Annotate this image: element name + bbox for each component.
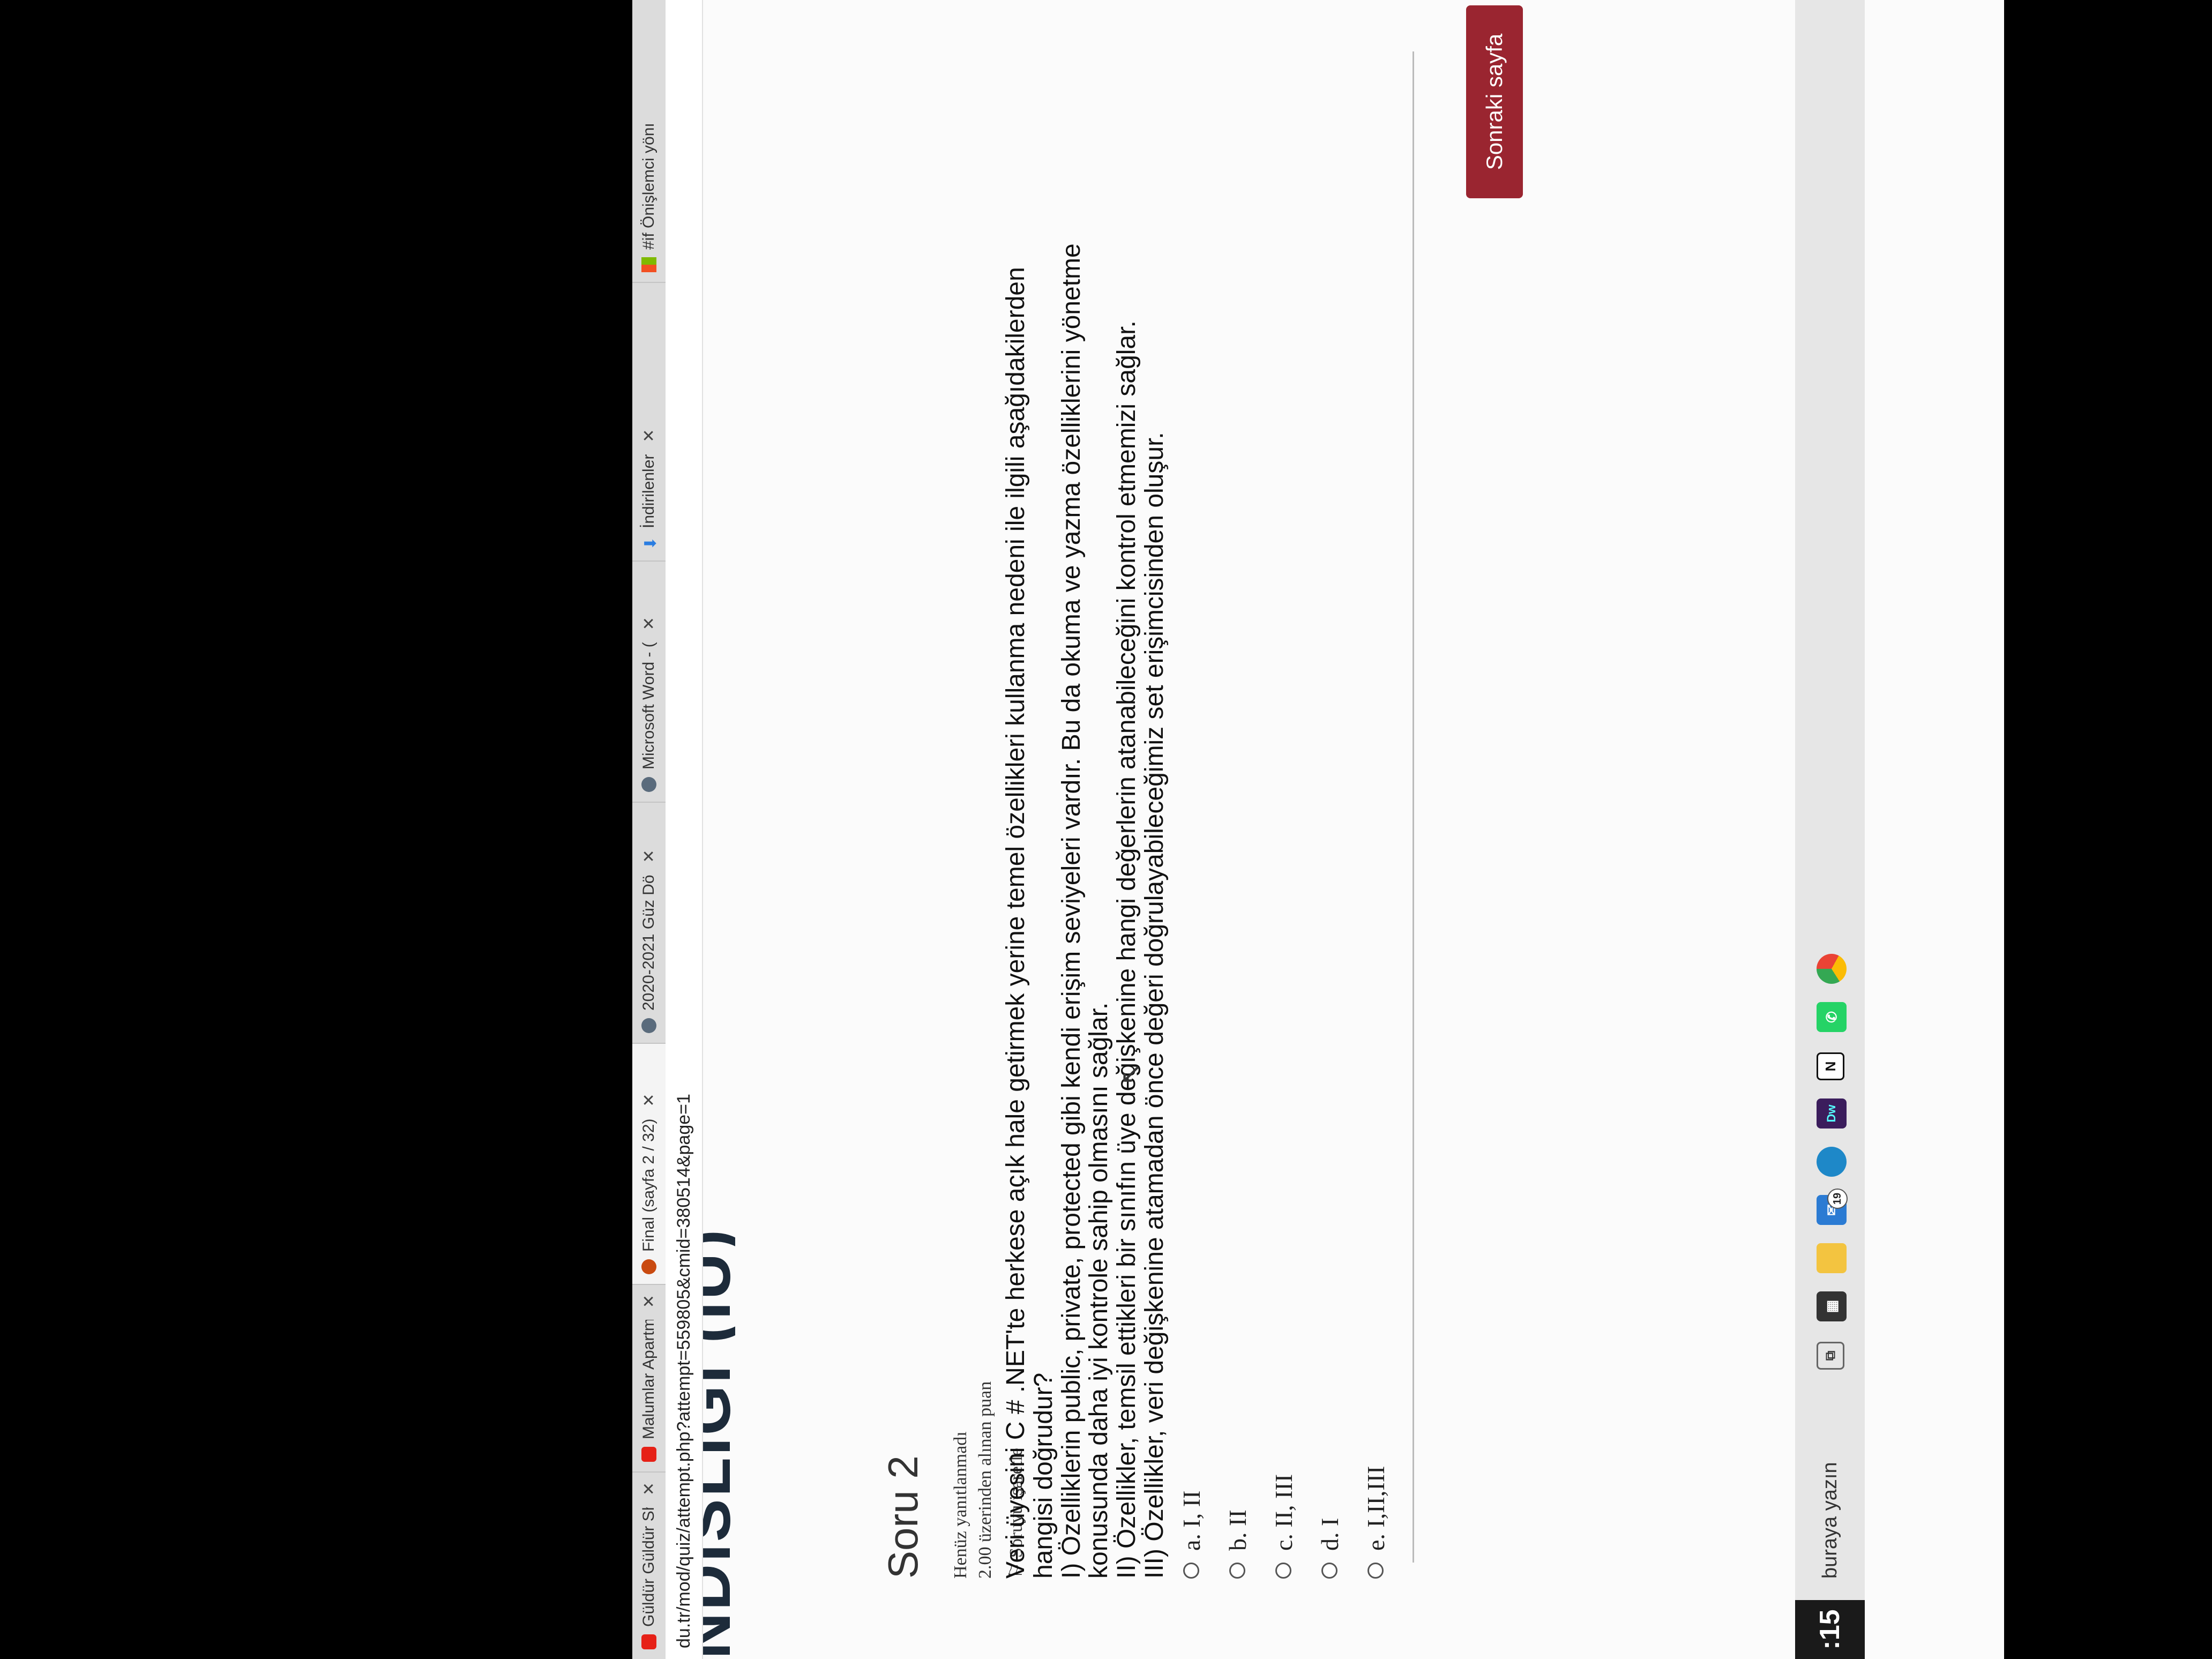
- whatsapp-icon[interactable]: ✆: [1817, 1002, 1847, 1032]
- tab-label: #if Önişlemci yönı: [640, 123, 657, 250]
- answer-option-d[interactable]: d. I: [1306, 1466, 1352, 1579]
- radio-button[interactable]: [1321, 1563, 1337, 1579]
- answer-option-c[interactable]: c. II, III: [1260, 1466, 1306, 1579]
- radio-button[interactable]: [1367, 1563, 1384, 1579]
- youtube-icon: [641, 1634, 656, 1649]
- close-icon[interactable]: ✕: [640, 849, 659, 863]
- tab-guldur[interactable]: Güldür Güldür Sh ✕: [632, 1471, 666, 1659]
- tab-downloads[interactable]: ⬇ İndirilenler ✕: [632, 282, 666, 561]
- answer-label: e. I,II,III: [1362, 1466, 1389, 1551]
- answer-option-e[interactable]: e. I,II,III: [1352, 1466, 1399, 1579]
- close-icon[interactable]: ✕: [640, 1295, 659, 1308]
- store-icon[interactable]: ▦: [1817, 1291, 1847, 1321]
- notion-icon[interactable]: N: [1817, 1052, 1844, 1080]
- banner-text: NDISLIGI (IU): [703, 1227, 735, 1659]
- microsoft-icon: [641, 257, 656, 272]
- radio-button[interactable]: [1229, 1563, 1245, 1579]
- tab-guz-donemi[interactable]: 2020-2021 Güz Dö ✕: [632, 802, 666, 1043]
- download-icon: ⬇: [642, 536, 660, 550]
- answer-list: a. I, II b. II c. II, III d. I e. I,II,I…: [1168, 1466, 1399, 1579]
- edge-icon[interactable]: [1817, 1147, 1847, 1177]
- answer-label: b. II: [1223, 1509, 1251, 1551]
- answer-label: a. I, II: [1177, 1490, 1205, 1551]
- tab-label: Güldür Güldür Sh: [640, 1507, 657, 1627]
- tab-label: 2020-2021 Güz Dö: [640, 875, 657, 1011]
- close-icon[interactable]: ✕: [640, 429, 659, 442]
- question-line: Veri üyesini C # .NET'te herkese açık ha…: [1002, 267, 1030, 1579]
- url-text: du.tr/mod/quiz/attempt.php?attempt=55980…: [673, 1094, 694, 1648]
- file-explorer-icon[interactable]: [1817, 1243, 1847, 1273]
- tab-final-quiz[interactable]: Final (sayfa 2 / 32) ✕: [632, 1043, 666, 1284]
- dreamweaver-icon[interactable]: Dw: [1817, 1098, 1847, 1129]
- monitor-screen: Güldür Güldür Sh ✕ Malumlar Apartma ✕ Fi…: [632, 0, 2004, 1659]
- tab-strip: Güldür Güldür Sh ✕ Malumlar Apartma ✕ Fi…: [632, 0, 666, 1659]
- next-page-button[interactable]: Sonraki sayfa: [1466, 5, 1523, 198]
- question-line: konusunda daha iyi kontrole sahip olması…: [1085, 1002, 1114, 1579]
- tab-label: Malumlar Apartma: [640, 1320, 657, 1439]
- tab-label: Final (sayfa 2 / 32): [640, 1118, 657, 1252]
- question-line: I) Özelliklerin public, private, protect…: [1057, 243, 1086, 1579]
- answer-option-b[interactable]: b. II: [1214, 1466, 1260, 1579]
- question-line: III) Özellikler, veri değişkenine atamad…: [1140, 432, 1169, 1579]
- close-icon[interactable]: ✕: [640, 617, 659, 630]
- radio-button[interactable]: [1183, 1563, 1199, 1579]
- course-banner: NDISLIGI (IU): [703, 0, 735, 1659]
- tab-malumlar[interactable]: Malumlar Apartma ✕: [632, 1284, 666, 1471]
- mail-badge: 19: [1827, 1189, 1848, 1209]
- tab-microsoft-word[interactable]: Microsoft Word - ( ✕: [632, 561, 666, 802]
- mouse-cursor-icon: ↖: [1115, 1062, 1146, 1086]
- taskbar-clock: :15: [1795, 1600, 1865, 1659]
- globe-icon: [641, 777, 656, 792]
- globe-icon: [641, 1018, 656, 1033]
- close-icon[interactable]: ✕: [640, 1093, 659, 1107]
- moodle-icon: [641, 1259, 656, 1274]
- radio-button[interactable]: [1275, 1563, 1291, 1579]
- youtube-icon: [641, 1447, 656, 1462]
- answer-label: d. I: [1316, 1518, 1343, 1551]
- tab-label: Microsoft Word - (: [640, 642, 657, 769]
- task-view-icon[interactable]: ⧉: [1817, 1342, 1844, 1370]
- answer-label: c. II, III: [1269, 1474, 1297, 1551]
- answer-option-a[interactable]: a. I, II: [1168, 1466, 1214, 1579]
- question-line: hangisi doğrudur?: [1029, 1372, 1058, 1579]
- taskbar-search-box[interactable]: buraya yazın: [1795, 1396, 1865, 1600]
- section-divider: [1413, 51, 1414, 1563]
- close-icon[interactable]: ✕: [640, 1482, 659, 1496]
- chrome-icon[interactable]: [1817, 954, 1847, 984]
- question-title: Soru 2: [879, 1455, 926, 1579]
- rotated-viewport: Güldür Güldür Sh ✕ Malumlar Apartma ✕ Fi…: [632, 0, 2004, 1659]
- tab-if-onislemci[interactable]: #if Önişlemci yönı: [632, 0, 666, 282]
- question-line: II) Özellikler, temsil ettikleri bir sın…: [1112, 320, 1141, 1579]
- address-bar[interactable]: du.tr/mod/quiz/attempt.php?attempt=55980…: [666, 0, 703, 1659]
- search-placeholder: buraya yazın: [1818, 1462, 1841, 1579]
- tab-label: İndirilenler: [640, 454, 657, 528]
- question-text: Veri üyesini C # .NET'te herkese açık ha…: [1002, 243, 1169, 1579]
- question-status: Henüz yanıtlanmadı: [951, 1431, 970, 1579]
- question-points: 2.00 üzerinden alınan puan: [975, 1381, 995, 1579]
